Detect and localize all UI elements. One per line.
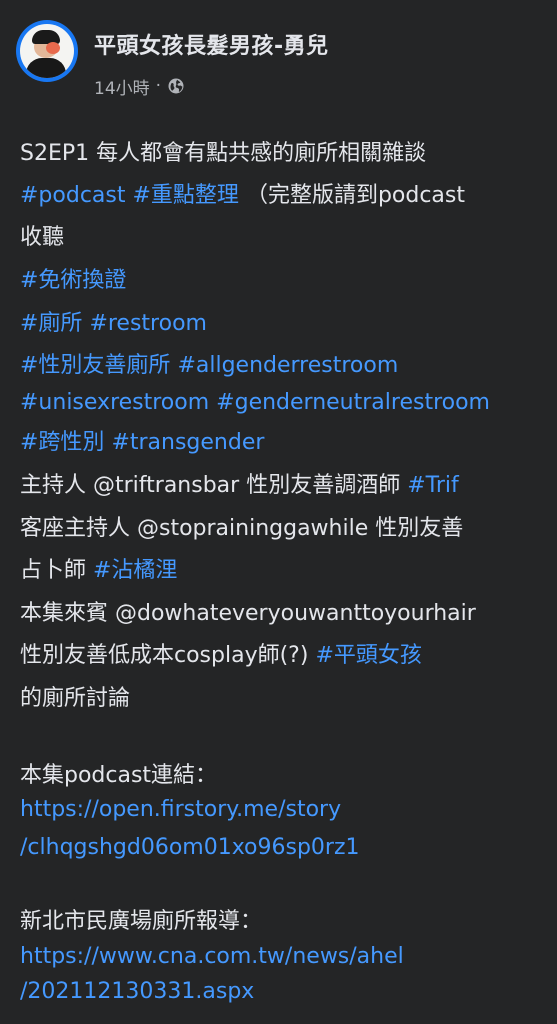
url-link[interactable]: /202112130331.aspx [20,979,254,1004]
hashtag-link[interactable]: #podcast [20,183,126,208]
post-line: /clhqgshgd06om01xo96sp0rz1 [20,830,360,866]
url-link[interactable]: https://www.cna.com.tw/news/ahel [20,944,404,969]
hashtag-link[interactable]: #allgenderrestroom [177,353,398,378]
post-line: 占卜師 #沾橘浬 [20,553,177,589]
post-line: #unisexrestroom #genderneutralrestroom [20,385,490,421]
post-line: 新北市民廣場廁所報導： [20,904,262,940]
profile-avatar[interactable] [16,20,78,82]
post-line: 主持人 @triftransbar 性別友善調酒師 #Trif [20,468,459,504]
mention-link[interactable]: @triftransbar [93,473,239,498]
post-text: 本集來賓 [20,601,115,626]
post-title: S2EP1 每人都會有點共感的廁所相關雜談 [20,141,427,166]
post-text: 新北市民廣場廁所報導： [20,909,263,934]
globe-icon[interactable] [167,77,185,95]
post-line: 客座主持人 @stopraininggawhile 性別友善 [20,511,463,547]
mention-link[interactable]: @stopraininggawhile [137,516,368,541]
post-text: 性別友善 [368,516,464,541]
post-text: 占卜師 [20,558,93,583]
post-meta: 14小時 · [94,74,185,99]
hashtag-link[interactable]: #unisexrestroom [20,390,209,415]
url-link[interactable]: https://open.firstory.me/story [20,797,341,822]
url-link[interactable]: /clhqgshgd06om01xo96sp0rz1 [20,835,360,860]
post-card: 平頭女孩長髮男孩-勇兒 14小時 · S2EP1 每人都會有點共感的廁所相關雜談… [0,0,557,1024]
post-text: 主持人 [20,473,93,498]
post-line: #podcast #重點整理 （完整版請到podcast [20,178,465,214]
hashtag-link[interactable]: #平頭女孩 [315,643,421,668]
post-timestamp[interactable]: 14小時 [94,74,150,99]
post-line: /202112130331.aspx [20,974,254,1010]
hashtag-link[interactable]: #跨性別 [20,430,104,455]
post-text: 性別友善低成本cosplay師(?) [20,643,316,668]
hashtag-link[interactable]: #genderneutralrestroom [216,390,490,415]
hashtag-link[interactable]: #restroom [89,311,207,336]
post-line: https://www.cna.com.tw/news/ahel [20,939,404,975]
post-line: #跨性別 #transgender [20,425,264,461]
post-header: 平頭女孩長髮男孩-勇兒 14小時 · [0,0,557,118]
post-text: 客座主持人 [20,516,137,541]
hashtag-link[interactable]: #廁所 [20,311,82,336]
post-line: #性別友善廁所 #allgenderrestroom [20,348,398,384]
avatar-photo [20,24,74,78]
post-line: 收聽 [20,220,64,256]
hashtag-link[interactable]: #免術換證 [20,268,126,293]
post-line: https://open.firstory.me/story [20,792,341,828]
post-line: 性別友善低成本cosplay師(?) #平頭女孩 [20,638,422,674]
hashtag-link[interactable]: #性別友善廁所 [20,353,170,378]
post-text: （完整版請到podcast [245,183,465,208]
post-text: 的廁所討論 [20,686,131,711]
post-line: #免術換證 [20,263,126,299]
page-name-link[interactable]: 平頭女孩長髮男孩-勇兒 [94,28,329,60]
mention-link[interactable]: @dowhateveryouwanttoyourhair [115,601,476,626]
hashtag-link[interactable]: #重點整理 [133,183,239,208]
hashtag-link[interactable]: #Trif [407,473,459,498]
post-line: #廁所 #restroom [20,306,207,342]
post-text: 本集podcast連結： [20,763,218,788]
post-title-line: S2EP1 每人都會有點共感的廁所相關雜談 [20,136,426,172]
hashtag-link[interactable]: #沾橘浬 [93,558,177,583]
post-line: 本集來賓 @dowhateveryouwanttoyourhair [20,596,476,632]
post-text: 性別友善調酒師 [239,473,408,498]
post-text: 收聽 [20,225,65,250]
post-line: 的廁所討論 [20,681,130,717]
post-line: 本集podcast連結： [20,758,217,794]
meta-separator: · [155,76,162,96]
hashtag-link[interactable]: #transgender [111,430,264,455]
